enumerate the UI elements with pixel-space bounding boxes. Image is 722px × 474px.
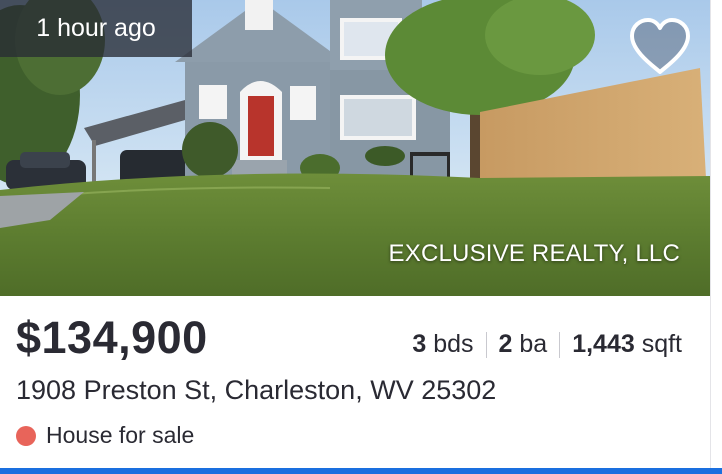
- listing-facts: 3 bds 2 ba 1,443 sqft: [412, 330, 682, 359]
- status-label: House for sale: [46, 422, 195, 448]
- heart-icon: [630, 18, 690, 74]
- baths-label: ba: [519, 330, 548, 358]
- divider: [559, 331, 561, 358]
- baths-count: 2: [498, 330, 513, 358]
- card-edge: [710, 0, 722, 468]
- sqft-count: 1,443: [572, 330, 635, 358]
- beds-count: 3: [412, 330, 427, 358]
- sqft-label: sqft: [641, 330, 682, 358]
- card-accent-bar: [0, 468, 722, 474]
- listing-address-link[interactable]: 1908 Preston St, Charleston, WV 25302: [16, 375, 496, 406]
- listing-age-badge: 1 hour ago: [0, 0, 192, 57]
- listing-status: House for sale: [16, 422, 194, 449]
- save-favorite-button[interactable]: [626, 16, 694, 78]
- listing-price: $134,900: [16, 312, 208, 363]
- listing-photo[interactable]: 1 hour ago EXCLUSIVE REALTY, LLC: [0, 0, 710, 296]
- listing-card[interactable]: 1 hour ago EXCLUSIVE REALTY, LLC $134,90…: [0, 0, 722, 474]
- brokerage-name: EXCLUSIVE REALTY, LLC: [388, 240, 680, 267]
- status-dot-icon: [16, 425, 36, 446]
- divider: [485, 331, 487, 358]
- beds-label: bds: [433, 330, 474, 358]
